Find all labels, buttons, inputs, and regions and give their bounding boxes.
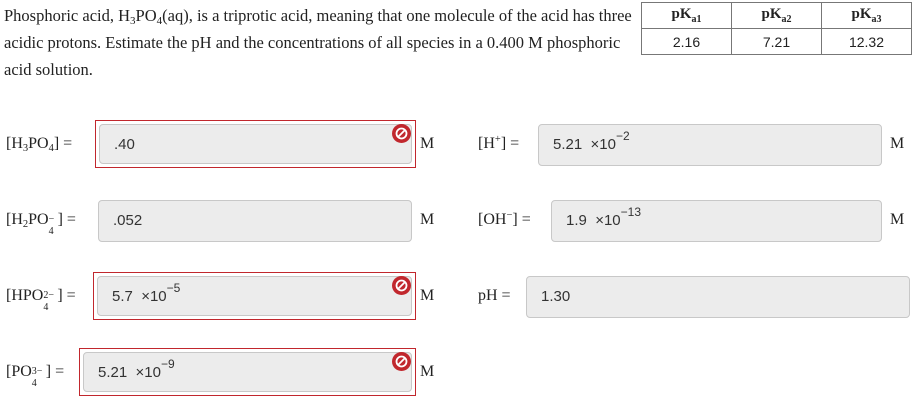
hpo4-input[interactable]: 5.7 ×10−5 [97,276,412,316]
incorrect-icon [392,124,411,143]
h-plus-unit: M [890,135,905,152]
h2po4-unit: M [420,211,435,228]
pka2-header: pKa2 [731,2,822,29]
h2po4-field-wrap: .052 [98,200,412,242]
h-plus-field-wrap: 5.21 ×10−2 [538,124,882,166]
h-plus-input[interactable]: 5.21 ×10−2 [538,124,882,166]
pka1-header: pKa1 [641,2,732,29]
oh-minus-input[interactable]: 1.9 ×10−13 [551,200,882,242]
po4-field-wrap: 5.21 ×10−9 [79,348,416,396]
pka3-value: 12.32 [821,28,912,55]
ph-input[interactable]: 1.30 [526,276,910,318]
incorrect-icon [392,352,411,371]
ph-label: pH = [478,287,511,304]
pka3-header: pKa3 [821,2,912,29]
hpo4-unit: M [420,287,435,304]
h3po4-label: [H3PO4] = [6,135,73,154]
problem-statement: Phosphoric acid, H3PO4(aq), is a triprot… [4,6,632,79]
hpo4-field-wrap: 5.7 ×10−5 [93,272,416,320]
h2po4-input[interactable]: .052 [98,200,412,242]
oh-minus-unit: M [890,211,905,228]
ph-field-wrap: 1.30 [526,276,910,318]
po4-label: [PO 3− 4] = [6,363,65,389]
h3po4-unit: M [420,135,435,152]
h3po4-input[interactable]: .40 [99,124,412,164]
oh-minus-label: [OH−] = [478,210,531,228]
incorrect-icon [392,276,411,295]
h2po4-label: [H2PO −4] = [6,211,76,237]
h3po4-field-wrap: .40 [95,120,416,168]
pka-table: pKa1 pKa2 pKa3 2.16 7.21 12.32 [641,2,912,55]
pka1-value: 2.16 [641,28,732,55]
po4-unit: M [420,363,435,380]
h-plus-label: [H+] = [478,134,520,152]
oh-minus-field-wrap: 1.9 ×10−13 [551,200,882,242]
pka2-value: 7.21 [731,28,822,55]
po4-input[interactable]: 5.21 ×10−9 [83,352,412,392]
hpo4-label: [HPO 2− 4] = [6,287,76,313]
